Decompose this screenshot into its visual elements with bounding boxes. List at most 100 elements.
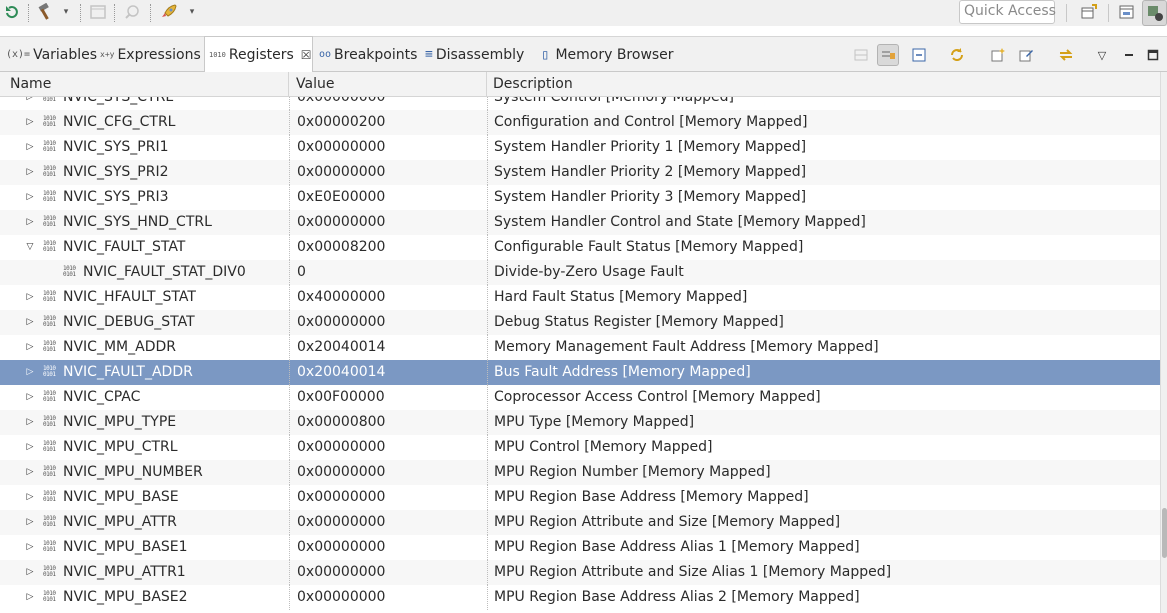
expand-arrow-icon[interactable]: ▷: [24, 310, 36, 335]
table-row[interactable]: ▷ 1010 0101 NVIC_MPU_ATTR1 0x00000000 MPU Reg…: [0, 560, 1160, 585]
expand-arrow-icon[interactable]: ▷: [24, 535, 36, 560]
open-perspective-icon[interactable]: [1078, 2, 1100, 22]
minimize-icon[interactable]: [1118, 44, 1140, 66]
register-description: System Handler Control and State [Memory…: [487, 210, 1160, 235]
table-row[interactable]: ▷ 1010 0101 NVIC_MPU_BASE2 0x00000000 MPU Reg…: [0, 585, 1160, 610]
register-value[interactable]: 0x00000000: [289, 585, 487, 610]
register-value[interactable]: 0x00000000: [289, 210, 487, 235]
table-row[interactable]: ▷ 1010 0101 NVIC_MPU_BASE1 0x00000000 MPU Reg…: [0, 535, 1160, 560]
expand-arrow-icon[interactable]: ▷: [24, 360, 36, 385]
table-row[interactable]: ▽ 1010 0101 NVIC_FAULT_STAT 0x00008200 Config…: [0, 235, 1160, 260]
new-group-icon[interactable]: [987, 44, 1009, 66]
dropdown-icon[interactable]: ▾: [60, 2, 72, 22]
register-icon: 10100101: [43, 115, 56, 128]
tab-disassembly[interactable]: ≡ Disassembly: [425, 37, 524, 72]
expand-arrow-icon[interactable]: ▷: [24, 210, 36, 235]
edit-group-icon[interactable]: [1015, 44, 1037, 66]
cpu-perspective-button[interactable]: [1142, 0, 1167, 26]
table-row[interactable]: ▷ 1010 0101 NVIC_MPU_ATTR 0x00000000 MPU Regi…: [0, 510, 1160, 535]
expand-arrow-icon[interactable]: ▷: [24, 110, 36, 135]
expand-arrow-icon[interactable]: ▷: [24, 285, 36, 310]
refresh-run-icon[interactable]: [2, 2, 22, 22]
memory-browser-icon: ▯: [541, 46, 550, 63]
register-icon: 10100101: [43, 390, 56, 403]
table-row[interactable]: ▷ 10100101 NVIC_SYS_CTRL 0x00000000System C…: [0, 97, 1160, 110]
register-value[interactable]: 0xE0E00000: [289, 185, 487, 210]
table-row[interactable]: ▷ 1010 0101 NVIC_SYS_PRI1 0x00000000 System H…: [0, 135, 1160, 160]
register-name: NVIC_DEBUG_STAT: [63, 314, 195, 330]
tab-memory-browser[interactable]: ▯ Memory Browser: [541, 37, 674, 72]
register-value[interactable]: 0x00000800: [289, 410, 487, 435]
register-icon: 10100101: [43, 165, 56, 178]
column-header-name[interactable]: Name: [0, 72, 289, 97]
expand-arrow-icon[interactable]: ▷: [24, 460, 36, 485]
refresh-icon[interactable]: [946, 44, 968, 66]
table-row[interactable]: ▷ 1010 0101 NVIC_CPAC 0x00F00000 Coprocessor …: [0, 385, 1160, 410]
register-value[interactable]: 0x40000000: [289, 285, 487, 310]
register-value[interactable]: 0x00F00000: [289, 385, 487, 410]
expand-arrow-icon[interactable]: ▷: [24, 560, 36, 585]
register-value[interactable]: 0: [289, 260, 487, 285]
maximize-icon[interactable]: [1143, 44, 1163, 66]
expand-arrow-icon[interactable]: ▷: [24, 160, 36, 185]
table-row[interactable]: ▷ 1010 0101 NVIC_SYS_PRI3 0xE0E00000 System H…: [0, 185, 1160, 210]
view-menu-icon[interactable]: ▽: [1091, 44, 1113, 66]
table-row[interactable]: ▷ 1010 0101 NVIC_DEBUG_STAT 0x00000000 Debug …: [0, 310, 1160, 335]
table-row[interactable]: ▷ 1010 0101 NVIC_HFAULT_STAT 0x40000000 Hard …: [0, 285, 1160, 310]
register-name-cell: ▷ 1010 0101 NVIC_MPU_CTRL: [0, 435, 289, 460]
register-value[interactable]: 0x00000000: [289, 560, 487, 585]
tab-registers[interactable]: 1010 Registers ☒: [204, 36, 313, 72]
register-value[interactable]: 0x00000000: [289, 535, 487, 560]
register-value[interactable]: 0x00000200: [289, 110, 487, 135]
scrollbar-thumb[interactable]: [1162, 508, 1167, 558]
expand-arrow-icon[interactable]: ▷: [24, 510, 36, 535]
tab-variables[interactable]: (x)= Variables: [6, 37, 97, 72]
register-value[interactable]: 0x00000000: [289, 160, 487, 185]
table-row[interactable]: ▷ 1010 0101 NVIC_SYS_PRI2 0x00000000 System H…: [0, 160, 1160, 185]
table-row[interactable]: ▷ 1010 0101 NVIC_SYS_HND_CTRL 0x00000000 Syst…: [0, 210, 1160, 235]
register-value[interactable]: 0x00000000: [289, 510, 487, 535]
expand-arrow-icon[interactable]: ▷: [24, 385, 36, 410]
quick-access-field[interactable]: Quick Access: [959, 0, 1056, 24]
column-toggle-icon[interactable]: [877, 44, 899, 66]
dropdown-icon[interactable]: ▾: [186, 2, 198, 22]
table-row[interactable]: ▷ 1010 0101 NVIC_MPU_TYPE 0x00000800 MPU Type…: [0, 410, 1160, 435]
vertical-scrollbar[interactable]: [1160, 72, 1167, 613]
register-value[interactable]: 0x20040014: [289, 360, 487, 385]
table-row[interactable]: ▷ 1010 0101 NVIC_MM_ADDR 0x20040014 Memory Ma…: [0, 335, 1160, 360]
register-value[interactable]: 0x00000000: [289, 435, 487, 460]
register-value[interactable]: 0x00000000: [289, 485, 487, 510]
tab-breakpoints[interactable]: oo Breakpoints: [319, 37, 417, 72]
debug-perspective-icon[interactable]: [1116, 2, 1138, 22]
hammer-icon[interactable]: [34, 2, 56, 22]
register-value[interactable]: 0x00000000: [289, 135, 487, 160]
register-value[interactable]: 0x00000000: [289, 97, 487, 110]
register-icon: 10100101: [43, 97, 56, 103]
register-value[interactable]: 0x00008200: [289, 235, 487, 260]
close-tab-icon[interactable]: ☒: [301, 48, 312, 62]
expand-arrow-icon[interactable]: ▷: [24, 97, 36, 110]
expand-arrow-icon[interactable]: ▷: [24, 585, 36, 610]
expand-arrow-icon[interactable]: ▷: [24, 335, 36, 360]
expand-arrow-icon[interactable]: ▷: [24, 135, 36, 160]
rocket-icon[interactable]: [158, 2, 180, 22]
register-value[interactable]: 0x20040014: [289, 335, 487, 360]
collapse-arrow-icon[interactable]: ▽: [24, 235, 36, 260]
expand-arrow-icon[interactable]: ▷: [24, 410, 36, 435]
column-header-description[interactable]: Description: [487, 72, 1160, 97]
expand-arrow-icon[interactable]: ▷: [24, 185, 36, 210]
tab-expressions[interactable]: x+y Expressions: [100, 37, 201, 72]
register-value[interactable]: 0x00000000: [289, 310, 487, 335]
expand-arrow-icon[interactable]: ▷: [24, 435, 36, 460]
sync-icon[interactable]: [1055, 44, 1077, 66]
column-header-value[interactable]: Value: [289, 72, 487, 97]
table-row[interactable]: ▷ 1010 0101 NVIC_FAULT_ADDR 0x20040014 Bus Fa…: [0, 360, 1160, 385]
table-row[interactable]: ▷ 1010 0101 NVIC_CFG_CTRL 0x00000200 Configur…: [0, 110, 1160, 135]
table-row[interactable]: ▷ 1010 0101 NVIC_MPU_NUMBER 0x00000000 MPU Re…: [0, 460, 1160, 485]
table-row[interactable]: 1010 0101 NVIC_FAULT_STAT_DIV0 0 Divide-by-Z…: [0, 260, 1160, 285]
table-row[interactable]: ▷ 1010 0101 NVIC_MPU_BASE 0x00000000 MPU Regi…: [0, 485, 1160, 510]
collapse-icon[interactable]: [908, 44, 930, 66]
expand-arrow-icon[interactable]: ▷: [24, 485, 36, 510]
register-value[interactable]: 0x00000000: [289, 460, 487, 485]
table-row[interactable]: ▷ 1010 0101 NVIC_MPU_CTRL 0x00000000 MPU Cont…: [0, 435, 1160, 460]
